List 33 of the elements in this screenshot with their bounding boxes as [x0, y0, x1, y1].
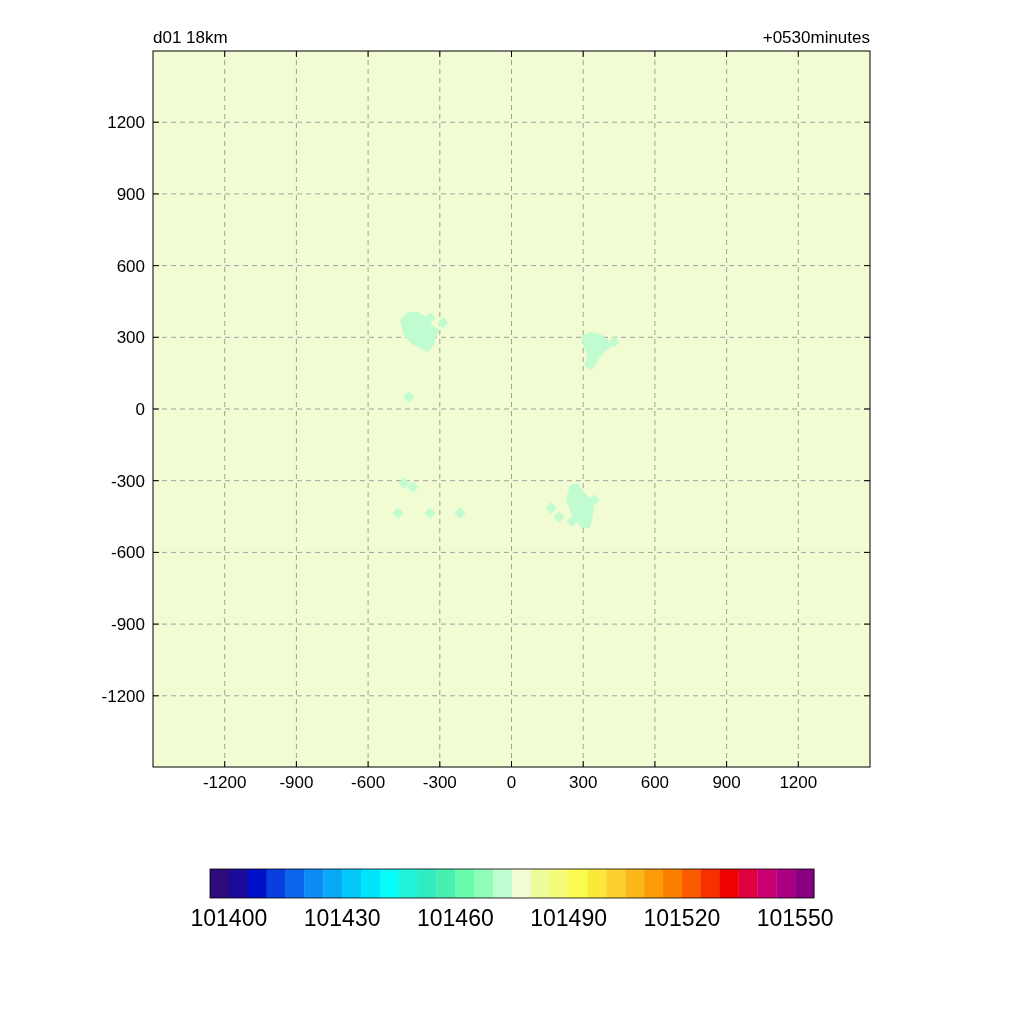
time-label: +0530minutes: [762, 28, 870, 47]
x-axis-label: 600: [640, 773, 670, 792]
x-axis-label: 1200: [779, 773, 818, 792]
contour-patch: [392, 507, 404, 519]
y-axis-label: -1200: [101, 686, 145, 706]
y-axis-label: 0: [135, 400, 145, 419]
contour-patch: [424, 507, 436, 519]
colorbar-label: 101550: [756, 905, 834, 931]
x-axis-label: -600: [351, 773, 386, 792]
x-axis-label: 900: [712, 773, 741, 792]
colorbar-label: 101460: [417, 905, 494, 931]
y-axis-label: 600: [116, 256, 145, 276]
y-axis-label: 300: [116, 328, 145, 348]
x-axis-label: -1200: [202, 773, 247, 792]
y-axis-label: -600: [110, 543, 145, 563]
y-axis-label: -900: [110, 615, 145, 635]
y-axis-label: 1200: [107, 113, 145, 133]
contour-patch: [545, 502, 557, 514]
x-axis-label: -900: [279, 773, 314, 792]
contour-patch: [407, 481, 419, 493]
y-axis-label: -300: [110, 471, 145, 491]
x-axis-label: 300: [569, 773, 598, 792]
x-axis-label: 0: [506, 773, 517, 792]
plot-title: d01 18km: [153, 28, 228, 47]
colorbar-label: 101400: [190, 905, 268, 931]
contour-patch: [454, 507, 466, 519]
colorbar-label: 101430: [303, 905, 381, 931]
y-axis-label: 900: [116, 184, 145, 204]
x-axis-label: -300: [422, 773, 457, 792]
contour-patch: [398, 477, 410, 489]
colorbar-label: 101520: [643, 905, 721, 931]
colorbar-label: 101490: [530, 905, 607, 931]
contour-patch: [403, 391, 415, 403]
